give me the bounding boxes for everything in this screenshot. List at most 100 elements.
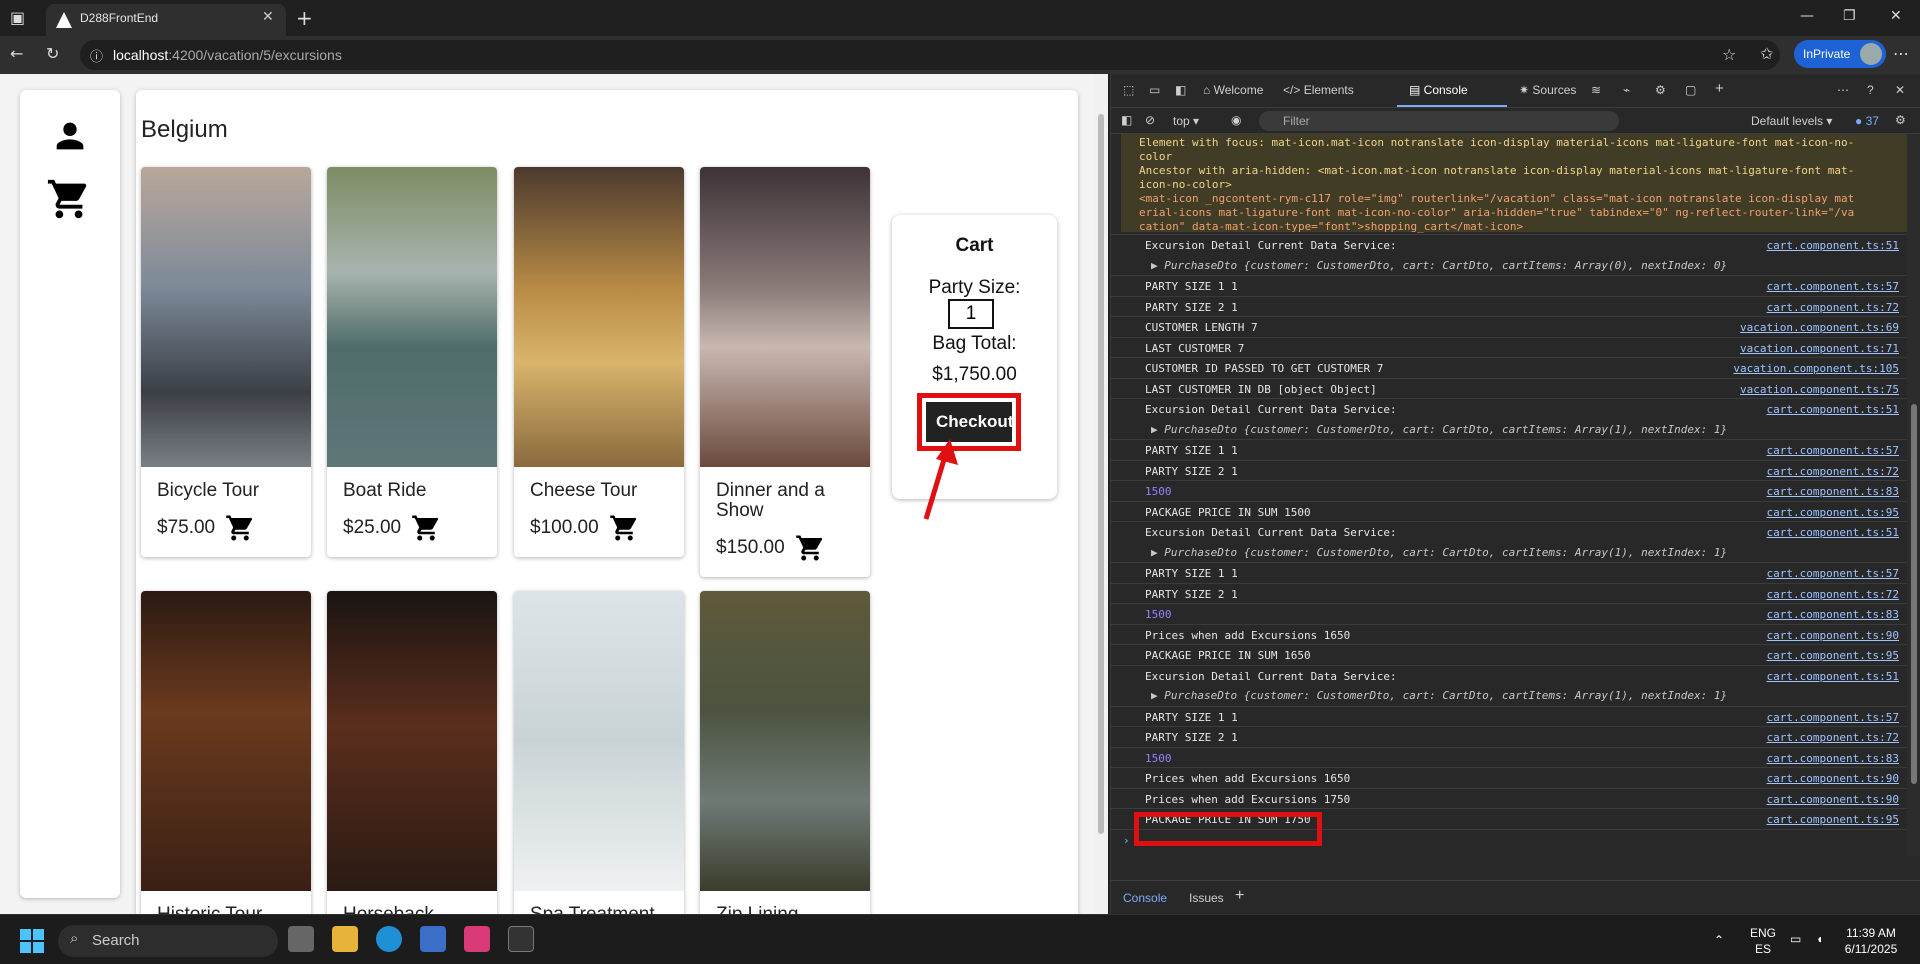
source-link[interactable]: cart.component.ts:51 (1767, 239, 1899, 252)
console-message[interactable]: Prices when add Excursions 1750 cart.comp… (1111, 787, 1907, 809)
source-link[interactable]: cart.component.ts:72 (1767, 301, 1899, 314)
console-log[interactable]: Element with focus: mat-icon.mat-icon no… (1111, 134, 1907, 856)
source-link[interactable]: cart.component.ts:72 (1767, 731, 1899, 744)
eye-icon[interactable]: ◉ (1231, 113, 1241, 127)
source-link[interactable]: cart.component.ts:51 (1767, 403, 1899, 416)
terminal-icon[interactable] (508, 926, 534, 952)
console-filter-input[interactable]: Filter (1259, 111, 1619, 131)
excursion-card[interactable]: Zip Lining (700, 591, 870, 914)
edge-icon[interactable] (376, 926, 402, 952)
excursion-card[interactable]: Dinner and a Show $150.00 (700, 167, 870, 577)
dock-icon[interactable]: ◧ (1175, 83, 1186, 97)
context-select[interactable]: top ▾ (1173, 114, 1199, 128)
more-icon[interactable]: ⋯ (1893, 44, 1909, 63)
devtools-menu-icon[interactable]: ⋯ (1837, 83, 1849, 97)
source-link[interactable]: cart.component.ts:72 (1767, 588, 1899, 601)
console-message[interactable]: PARTY SIZE 2 1 cart.component.ts:72 (1111, 582, 1907, 604)
console-scroll-thumb[interactable] (1911, 404, 1917, 784)
tab-sources[interactable]: ✷ Sources (1519, 83, 1576, 97)
source-link[interactable]: cart.component.ts:57 (1767, 444, 1899, 457)
source-link[interactable]: cart.component.ts:57 (1767, 567, 1899, 580)
inspect-icon[interactable]: ⬚ (1123, 83, 1134, 97)
source-link[interactable]: cart.component.ts:90 (1767, 629, 1899, 642)
console-message[interactable]: ▶ PurchaseDto {customer: CustomerDto, ca… (1111, 255, 1907, 276)
console-message[interactable]: CUSTOMER ID PASSED TO GET CUSTOMER 7 vaca… (1111, 357, 1907, 378)
close-tab-icon[interactable]: ✕ (262, 9, 274, 25)
source-link[interactable]: cart.component.ts:72 (1767, 465, 1899, 478)
console-message[interactable]: Prices when add Excursions 1650 cart.comp… (1111, 623, 1907, 645)
console-message[interactable]: PARTY SIZE 2 1 cart.component.ts:72 (1111, 726, 1907, 747)
address-bar[interactable]: ⓘ localhost:4200/vacation/5/excursions ☆ (80, 40, 1780, 70)
tab-elements[interactable]: </> Elements (1283, 83, 1354, 97)
source-link[interactable]: cart.component.ts:90 (1767, 793, 1899, 806)
source-link[interactable]: cart.component.ts:83 (1767, 485, 1899, 498)
console-message[interactable]: 1500 cart.component.ts:83 (1111, 746, 1907, 768)
windows-start-icon[interactable] (20, 929, 44, 953)
console-message[interactable]: 1500 cart.component.ts:83 (1111, 603, 1907, 624)
more-tools-icon[interactable]: + (1715, 80, 1724, 97)
performance-icon[interactable]: ⌁ (1623, 83, 1630, 97)
source-link[interactable]: cart.component.ts:95 (1767, 506, 1899, 519)
console-message[interactable]: PARTY SIZE 2 1 cart.component.ts:72 (1111, 295, 1907, 317)
console-message[interactable]: LAST CUSTOMER 7 vacation.component.ts:71 (1111, 336, 1907, 358)
add-to-cart-icon[interactable] (609, 513, 639, 543)
tab-welcome[interactable]: ⌂ Welcome (1203, 83, 1263, 97)
source-link[interactable]: cart.component.ts:83 (1767, 608, 1899, 621)
visual-studio-icon[interactable] (420, 926, 446, 952)
source-link[interactable]: cart.component.ts:95 (1767, 649, 1899, 662)
inprivate-badge[interactable]: InPrivate (1794, 40, 1886, 68)
favorite-star-icon[interactable]: ☆ (1722, 45, 1736, 64)
help-icon[interactable]: ? (1867, 83, 1874, 97)
clock[interactable]: 11:39 AM 6/11/2025 (1836, 925, 1906, 957)
add-to-cart-icon[interactable] (225, 513, 255, 543)
console-message[interactable]: Excursion Detail Current Data Service: ca… (1111, 398, 1907, 419)
favorites-icon[interactable]: ✩ (1760, 44, 1773, 63)
close-devtools-icon[interactable]: ✕ (1895, 83, 1905, 97)
info-icon[interactable]: ⓘ (90, 46, 103, 65)
refresh-icon[interactable]: ↻ (46, 44, 59, 63)
close-window-icon[interactable]: ✕ (1890, 8, 1902, 24)
minimize-icon[interactable]: — (1800, 8, 1814, 24)
page-scroll-thumb[interactable] (1098, 114, 1104, 834)
excursion-card[interactable]: Boat Ride $25.00 (327, 167, 497, 557)
add-to-cart-icon[interactable] (411, 513, 441, 543)
console-settings-icon[interactable]: ⚙ (1895, 113, 1906, 127)
add-to-cart-icon[interactable] (795, 533, 825, 563)
excursion-card[interactable]: Historic Tour (141, 591, 311, 914)
shopping-cart-icon[interactable] (46, 176, 92, 222)
sidebar-toggle-icon[interactable]: ◧ (1121, 113, 1132, 127)
drawer-tab-issues[interactable]: Issues (1189, 891, 1224, 905)
excursion-card[interactable]: Cheese Tour $100.00 (514, 167, 684, 557)
restore-icon[interactable]: ❐ (1843, 8, 1856, 24)
source-link[interactable]: vacation.component.ts:71 (1740, 342, 1899, 355)
source-link[interactable]: vacation.component.ts:69 (1740, 321, 1899, 334)
log-levels-select[interactable]: Default levels ▾ (1751, 114, 1832, 128)
console-message[interactable]: ▶ PurchaseDto {customer: CustomerDto, ca… (1111, 685, 1907, 706)
file-explorer-icon[interactable] (332, 926, 358, 952)
excursion-card[interactable]: Spa Treatment (514, 591, 684, 914)
volume-icon[interactable]: ◖ (1816, 931, 1823, 947)
task-view-icon[interactable] (288, 926, 314, 952)
source-link[interactable]: cart.component.ts:83 (1767, 752, 1899, 765)
taskbar-search[interactable]: ⌕ Search (58, 925, 278, 957)
network-icon[interactable]: ≋ (1591, 83, 1601, 97)
console-message[interactable]: Excursion Detail Current Data Service: ca… (1111, 234, 1907, 255)
console-message[interactable]: PARTY SIZE 1 1 cart.component.ts:57 (1111, 275, 1907, 296)
network-icon[interactable]: ▭ (1790, 931, 1801, 947)
application-icon[interactable]: ▢ (1685, 83, 1696, 97)
console-message[interactable]: Excursion Detail Current Data Service: ca… (1111, 521, 1907, 542)
intellij-icon[interactable] (464, 926, 490, 952)
language-indicator[interactable]: ENG ES (1748, 925, 1778, 957)
device-icon[interactable]: ▭ (1149, 83, 1160, 97)
console-message[interactable]: Prices when add Excursions 1650 cart.comp… (1111, 767, 1907, 788)
excursion-card[interactable]: Bicycle Tour $75.00 (141, 167, 311, 557)
console-message[interactable]: PARTY SIZE 2 1 cart.component.ts:72 (1111, 459, 1907, 481)
party-size-input[interactable]: 1 (948, 299, 994, 329)
clear-console-icon[interactable]: ⊘ (1145, 113, 1155, 127)
console-message[interactable]: LAST CUSTOMER IN DB [object Object] vacat… (1111, 377, 1907, 399)
settings-gear-icon[interactable]: ⚙ (1655, 83, 1666, 97)
console-message[interactable]: Excursion Detail Current Data Service: ca… (1111, 664, 1907, 686)
source-link[interactable]: vacation.component.ts:75 (1740, 383, 1899, 396)
issues-badge[interactable]: ● 37 (1855, 114, 1879, 128)
console-message[interactable]: 1500 cart.component.ts:83 (1111, 480, 1907, 501)
